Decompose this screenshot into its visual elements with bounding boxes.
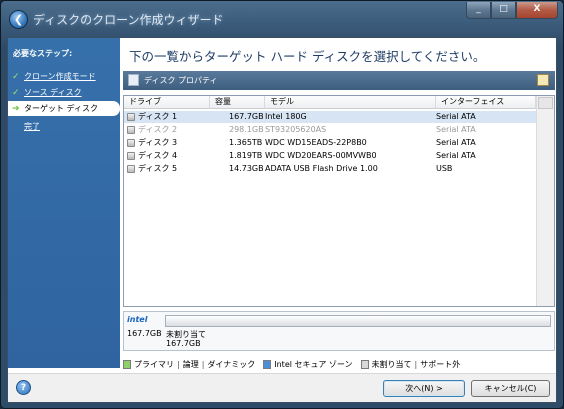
cell-model: ST93205620AS [265, 125, 327, 134]
cell-interface: Serial ATA [436, 112, 476, 121]
legend-unallocated: 未割り当て [371, 359, 412, 369]
hard-disk-icon [127, 113, 135, 121]
disk-table: ドライブ 容量 モデル インターフェイス ディスク 1 167.7GB Inte… [123, 95, 555, 307]
page-title: 下の一覧からターゲット ハード ディスクを選択してください。 [129, 49, 486, 64]
table-row[interactable]: ディスク 3 1.365TB WDC WD15EADS-22P8B0 Seria… [124, 137, 536, 149]
cell-capacity: 1.365TB [229, 138, 263, 147]
intel-secure-swatch-icon [263, 359, 272, 369]
cell-interface: Serial ATA [436, 151, 476, 160]
legend-intel-secure: Intel セキュア ゾーン [274, 359, 353, 369]
primary-swatch-icon [123, 359, 131, 369]
wizard-client: 必要なステップ: ✓ クローン作成モード ✓ ソース ディスク ➔ ターゲット … [7, 37, 557, 403]
legend-dynamic: ダイナミック [207, 359, 256, 369]
cell-capacity: 14.73GB [229, 164, 264, 173]
cell-model: WDC WD15EADS-22P8B0 [265, 138, 367, 147]
legend-separator: | [201, 359, 205, 369]
intel-logo-icon: intel [127, 315, 148, 324]
check-icon: ✓ [12, 72, 20, 82]
column-interface[interactable]: インターフェイス [436, 96, 536, 109]
column-capacity[interactable]: 容量 [210, 96, 265, 109]
legend-logical: 論理 [182, 359, 199, 369]
legend-unsupported: サポート外 [420, 359, 461, 369]
partition-size: 167.7GB [166, 339, 201, 348]
unallocated-swatch-icon [360, 359, 369, 369]
sidebar-item-label: 完了 [24, 122, 40, 131]
wizard-footer: ? 次へ(N) > キャンセル(C) [8, 373, 556, 402]
sidebar-item-source-disk[interactable]: ✓ ソース ディスク [8, 85, 120, 100]
hard-disk-icon [127, 126, 135, 134]
sidebar-item-finish[interactable]: 完了 [8, 119, 120, 134]
disk-properties-label: ディスク プロパティ [144, 76, 218, 85]
cell-drive: ディスク 4 [138, 151, 178, 160]
legend-separator: | [414, 359, 418, 369]
cell-capacity: 298.1GB [229, 125, 264, 134]
next-button[interactable]: 次へ(N) > [383, 380, 465, 397]
cell-model: Intel 180G [265, 112, 307, 121]
title-bar: ❮ ディスクのクローン作成ウィザード _ □ X [1, 1, 563, 37]
sidebar-item-target-disk[interactable]: ➔ ターゲット ディスク [8, 101, 120, 116]
hard-disk-icon [127, 139, 135, 147]
cell-interface: USB [436, 164, 453, 173]
usb-disk-icon [127, 165, 135, 173]
disk-properties-bar: ディスク プロパティ [123, 71, 555, 90]
cell-interface: Serial ATA [436, 125, 476, 134]
cell-interface: Serial ATA [436, 138, 476, 147]
table-row: ディスク 2 298.1GB ST93205620AS Serial ATA [124, 124, 536, 136]
legend-separator: | [177, 359, 180, 369]
cell-drive: ディスク 2 [138, 125, 178, 134]
vertical-scrollbar[interactable] [536, 96, 554, 306]
cell-drive: ディスク 3 [138, 138, 178, 147]
table-row[interactable]: ディスク 1 167.7GB Intel 180G Serial ATA [124, 111, 536, 123]
table-row[interactable]: ディスク 4 1.819TB WDC WD20EARS-00MVWB0 Seri… [124, 150, 536, 162]
cell-drive: ディスク 1 [138, 112, 178, 121]
disk-total-size: 167.7GB [127, 329, 162, 338]
help-icon[interactable]: ? [16, 380, 31, 395]
cell-model: ADATA USB Flash Drive 1.00 [265, 164, 378, 173]
cell-capacity: 1.819TB [229, 151, 263, 160]
disk-properties-icon [128, 74, 139, 86]
disk-layout-map: intel 167.7GB 未割り当て 167.7GB [123, 311, 555, 351]
sidebar-item-clone-mode[interactable]: ✓ クローン作成モード [8, 69, 120, 84]
column-model[interactable]: モデル [265, 96, 436, 109]
wizard-window: ❮ ディスクのクローン作成ウィザード _ □ X 必要なステップ: ✓ クローン… [0, 0, 564, 409]
sidebar-item-label: ソース ディスク [24, 88, 82, 97]
window-title: ディスクのクローン作成ウィザード [33, 13, 224, 27]
window-controls: _ □ X [466, 2, 558, 19]
close-button[interactable]: X [516, 2, 558, 19]
cancel-button[interactable]: キャンセル(C) [471, 380, 550, 397]
steps-sidebar: 必要なステップ: ✓ クローン作成モード ✓ ソース ディスク ➔ ターゲット … [8, 38, 120, 368]
scroll-up-button[interactable] [538, 97, 553, 109]
column-chooser-icon[interactable] [537, 74, 549, 86]
cell-model: WDC WD20EARS-00MVWB0 [265, 151, 377, 160]
sidebar-item-label: ターゲット ディスク [24, 104, 98, 113]
main-panel: 下の一覧からターゲット ハード ディスクを選択してください。 ディスク プロパテ… [123, 38, 556, 370]
arrow-icon: ➔ [12, 104, 20, 114]
steps-heading: 必要なステップ: [13, 49, 73, 58]
cell-capacity: 167.7GB [229, 112, 264, 121]
check-icon: ✓ [12, 88, 20, 98]
restore-button[interactable]: □ [491, 2, 516, 19]
back-arrow-icon[interactable]: ❮ [9, 10, 28, 29]
table-header: ドライブ 容量 モデル インターフェイス [124, 96, 536, 109]
column-drive[interactable]: ドライブ [124, 96, 210, 109]
cell-drive: ディスク 5 [138, 164, 178, 173]
partition-legend: プライマリ | 論理 | ダイナミック Intel セキュア ゾーン 未割り当て… [123, 358, 555, 370]
table-row[interactable]: ディスク 5 14.73GB ADATA USB Flash Drive 1.0… [124, 163, 536, 175]
hard-disk-icon [127, 152, 135, 160]
partition-bar[interactable] [165, 315, 551, 327]
minimize-button[interactable]: _ [466, 2, 491, 19]
sidebar-item-label: クローン作成モード [24, 72, 96, 81]
legend-primary: プライマリ [134, 359, 174, 369]
